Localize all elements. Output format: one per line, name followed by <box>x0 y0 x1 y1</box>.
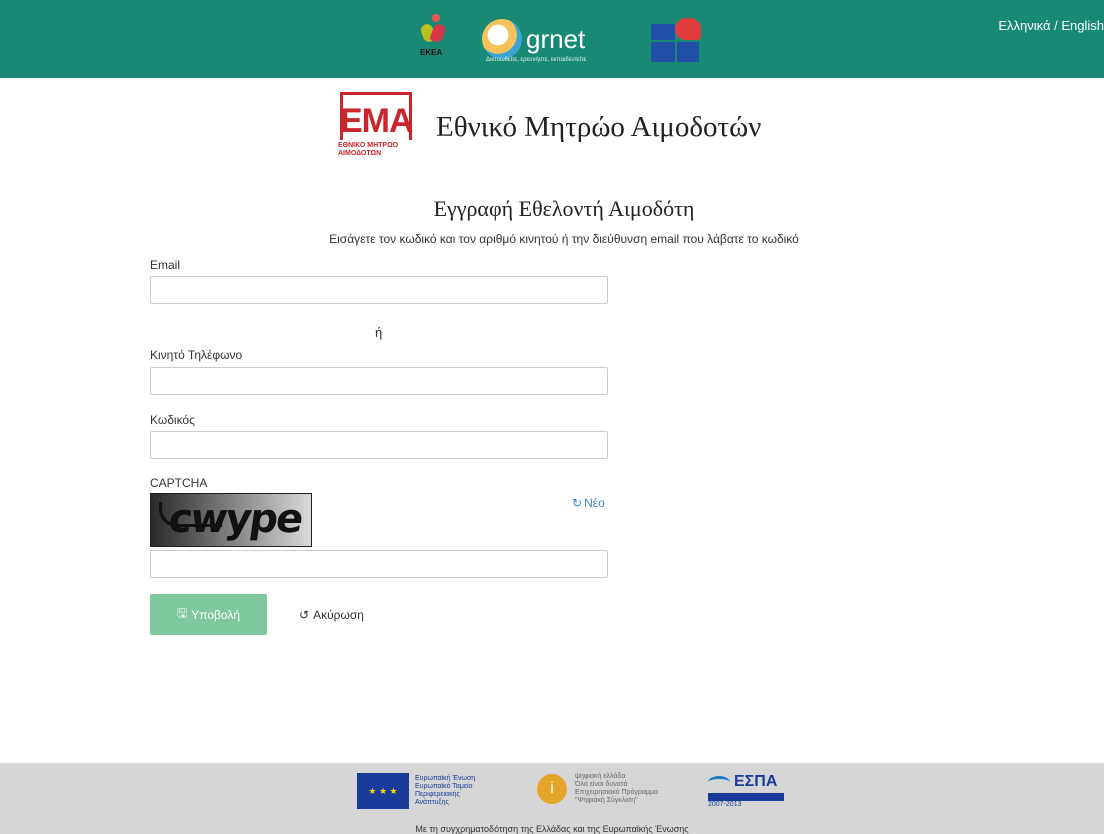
grnet-mark-icon <box>482 19 522 59</box>
language-switch[interactable]: Ελληνικά / English <box>998 18 1104 33</box>
code-field[interactable] <box>150 431 608 459</box>
grnet-logo: grnet <box>482 19 585 59</box>
mobile-phone-field[interactable] <box>150 367 608 395</box>
digital-greece-logo: i ψηφιακή ελλάδα Όλα είναι δυνατά Επιχει… <box>537 773 658 805</box>
captcha-label: CAPTCHA <box>150 476 208 490</box>
footer-note: Με τη συγχρηματοδότηση της Ελλάδας και τ… <box>415 824 689 834</box>
form-instructions: Εισάγετε τον κωδικό και τον αριθμό κινητ… <box>329 232 799 246</box>
eu-fund-logo: ★ ★ ★ Ευρωπαϊκή Ένωση Ευρωπαϊκό Ταμείο Π… <box>357 773 475 809</box>
grnet-subtitle: Δικτυωθείτε, ερευνήστε, εκπαιδευτείτε <box>486 57 587 63</box>
site-title: Εθνικό Μητρώο Αιμοδοτών <box>436 110 762 143</box>
refresh-captcha-link[interactable]: ↻ Νέο <box>572 496 605 510</box>
eu-flag-icon: ★ ★ ★ <box>357 773 409 809</box>
site-brand: ΕΜΑ ΕΘΝΙΚΟ ΜΗΤΡΩΟ ΑΙΜΟΔΟΤΩΝ Εθνικό Μητρώ… <box>338 92 761 162</box>
espa-logo: ΕΣΠΑ 2007-2013 <box>708 773 784 808</box>
refresh-icon: ↻ <box>572 496 583 510</box>
page-title: Εγγραφή Εθελοντή Αιμοδότη <box>433 196 695 221</box>
phone-label: Κινητό Τηλέφωνο <box>150 348 243 362</box>
captcha-image: cwype <box>150 493 312 547</box>
save-icon: 🖫 <box>176 606 188 620</box>
email-field[interactable] <box>150 276 608 304</box>
email-label: Email <box>150 258 181 272</box>
or-separator: ή <box>375 325 383 340</box>
submit-button[interactable]: 🖫 Υποβολή <box>150 594 267 635</box>
cancel-button[interactable]: ↺ Ακύρωση <box>271 594 392 635</box>
undo-icon: ↺ <box>299 607 310 622</box>
captcha-field[interactable] <box>150 550 608 578</box>
ekea-logo: ΕΚΕΑ <box>416 12 456 66</box>
ema-logo: ΕΜΑ ΕΘΝΙΚΟ ΜΗΤΡΩΟ ΑΙΜΟΔΟΤΩΝ <box>338 92 416 162</box>
ministry-of-health-logo <box>651 18 703 64</box>
top-bar: ΕΚΕΑ grnet Δικτυωθείτε, ερευνήστε, εκπαι… <box>0 0 1104 78</box>
code-label: Κωδικός <box>150 413 195 427</box>
heart-icon <box>675 18 701 40</box>
footer: ★ ★ ★ Ευρωπαϊκή Ένωση Ευρωπαϊκό Ταμείο Π… <box>0 763 1104 834</box>
digital-greece-icon: i <box>537 774 567 804</box>
